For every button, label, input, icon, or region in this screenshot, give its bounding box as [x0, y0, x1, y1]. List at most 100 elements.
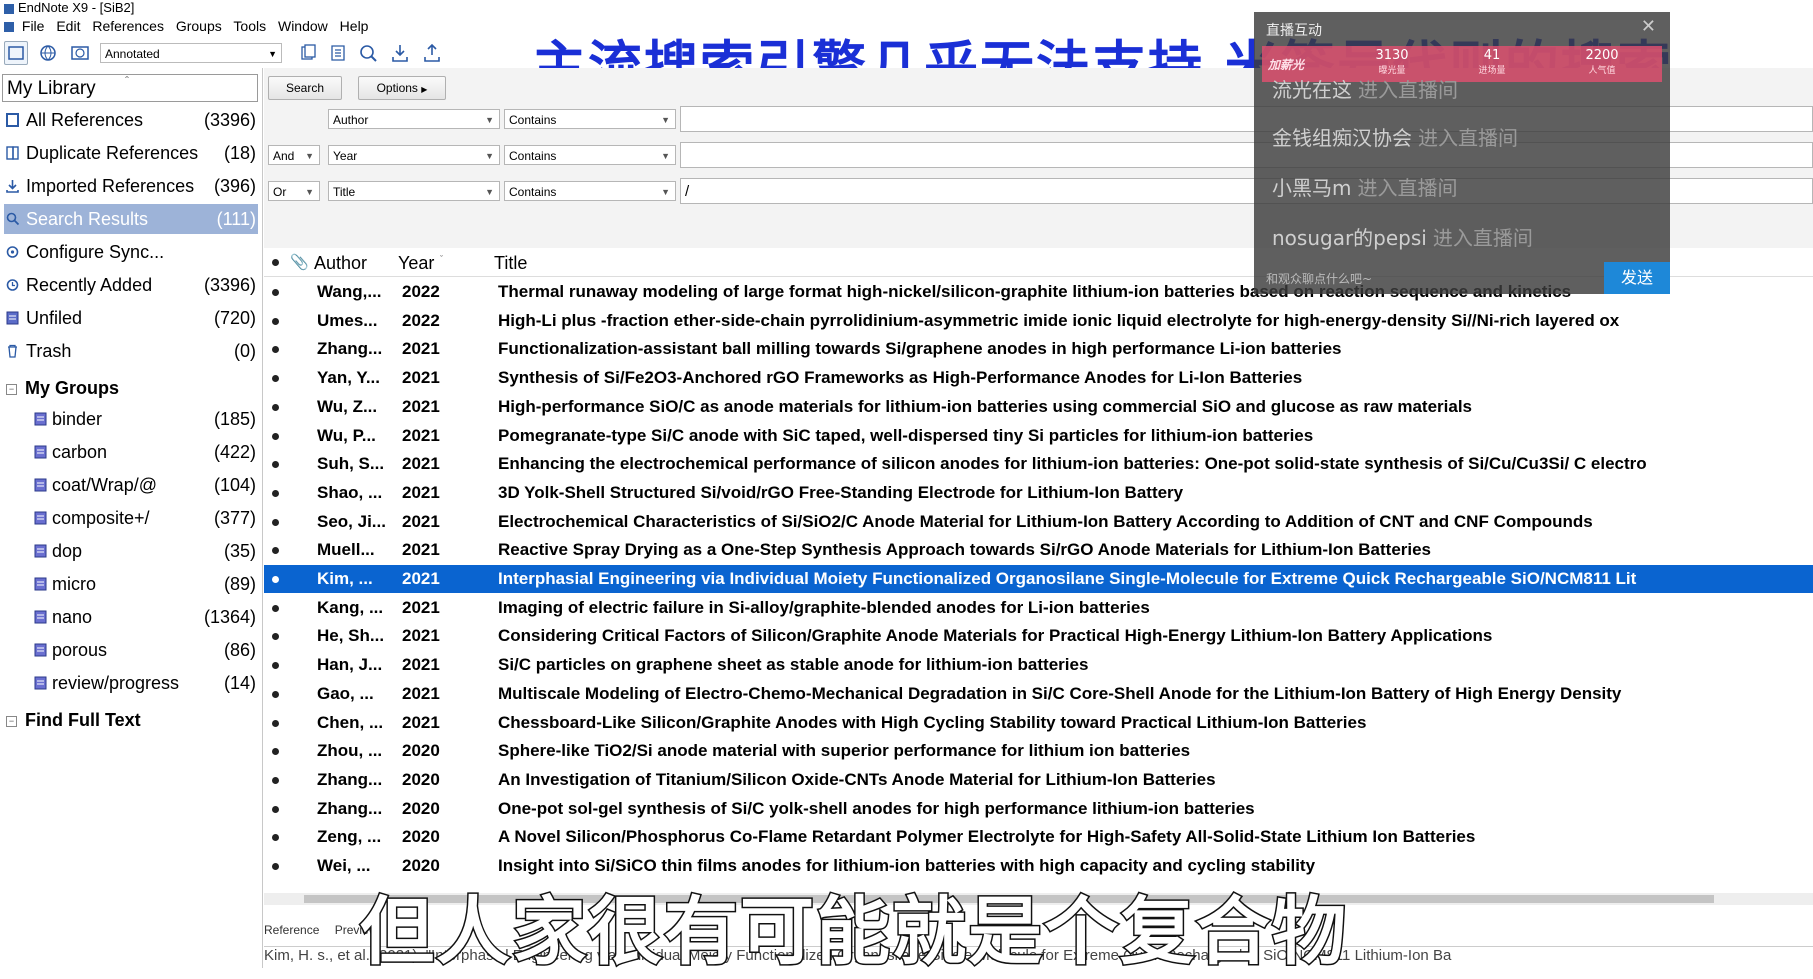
sidebar-group-composite[interactable]: composite+/ (377) [4, 503, 258, 533]
sidebar-item-trash[interactable]: Trash (0) [4, 336, 258, 366]
table-row[interactable]: Shao, ... 2021 3D Yolk-Shell Structured Si… [264, 479, 1813, 507]
sidebar-group-coat-wrap[interactable]: coat/Wrap/@ (104) [4, 470, 258, 500]
sidebar-item-imported-references[interactable]: Imported References (396) [4, 171, 258, 201]
online-search-icon[interactable] [356, 41, 380, 65]
endnote-menu-icon[interactable] [4, 22, 14, 33]
cell-title: Functionalization-assistant ball milling… [498, 339, 1342, 359]
search-bool-select[interactable]: And ▼ [268, 145, 320, 165]
operator-value: Contains [509, 185, 557, 199]
search-field-select[interactable]: Title ▼ [328, 181, 500, 201]
sidebar-item-all-references[interactable]: All References (3396) [4, 105, 258, 135]
sidebar-group-dop[interactable]: dop (35) [4, 536, 258, 566]
search-field-select[interactable]: Year ▼ [328, 145, 500, 165]
table-row[interactable]: Han, J... 2021 Si/C particles on graphene … [264, 651, 1813, 679]
chat-input[interactable]: 和观众聊点什么吧~ [1266, 270, 1372, 287]
new-reference-icon[interactable] [326, 41, 350, 65]
sidebar-group-porous[interactable]: porous (86) [4, 635, 258, 665]
options-button[interactable]: Options ▶ [358, 76, 446, 100]
search-bool-select[interactable]: Or ▼ [268, 181, 320, 201]
trash-icon [8, 344, 17, 358]
table-row[interactable]: Kang, ... 2021 Imaging of electric failure… [264, 594, 1813, 622]
table-row[interactable]: Zhang... 2021 Functionalization-assistant … [264, 335, 1813, 363]
integrated-library-mode-icon[interactable] [68, 41, 92, 65]
table-row[interactable]: Suh, S... 2021 Enhancing the electrochemic… [264, 450, 1813, 478]
output-style-select[interactable]: Annotated ▼ [100, 43, 282, 63]
column-year[interactable]: Year [398, 250, 434, 276]
group-icon [34, 577, 47, 591]
my-groups-label: My Groups [25, 378, 120, 398]
online-search-mode-icon[interactable] [36, 41, 60, 65]
groups-sidebar: My Library ˆ All References (3396) Dupli… [0, 68, 263, 968]
export-icon[interactable] [420, 41, 444, 65]
stat-label: 人气值 [1588, 66, 1616, 76]
cell-author: Suh, S... [317, 454, 385, 474]
menu-edit[interactable]: Edit [56, 18, 80, 34]
group-count: (89) [223, 574, 256, 594]
column-title[interactable]: Title [494, 250, 527, 276]
table-row[interactable]: Zhang... 2020 One-pot sol-gel synthesis of… [264, 795, 1813, 823]
menu-file[interactable]: File [22, 18, 45, 34]
field-value: Year [333, 149, 358, 163]
search-operator-select[interactable]: Contains ▼ [504, 181, 676, 201]
search-field-select[interactable]: Author ▼ [328, 109, 500, 129]
menu-help[interactable]: Help [340, 18, 369, 34]
table-row[interactable]: Zhou, ... 2020 Sphere-like TiO2/Si anode m… [264, 737, 1813, 765]
menu-references[interactable]: References [92, 18, 164, 34]
read-status-dot-icon [272, 576, 279, 583]
table-row[interactable]: Zeng, ... 2020 A Novel Silicon/Phosphorus … [264, 823, 1813, 851]
chevron-down-icon: ▼ [661, 151, 670, 161]
chat-user: 金钱组痴汉协会 [1272, 126, 1412, 150]
table-row[interactable]: Umes... 2022 High-Li plus -fraction ether-… [264, 307, 1813, 335]
sidebar-group-review-progress[interactable]: review/progress (14) [4, 668, 258, 698]
group-icon [34, 610, 47, 624]
attachment-column-icon[interactable]: 📎 [290, 250, 309, 276]
table-row[interactable]: Seo, Ji... 2021 Electrochemical Characteri… [264, 508, 1813, 536]
import-icon[interactable] [388, 41, 412, 65]
menu-groups[interactable]: Groups [176, 18, 222, 34]
search-operator-select[interactable]: Contains ▼ [504, 109, 676, 129]
collapse-toggle-icon[interactable]: − [6, 383, 17, 395]
sidebar-group-nano[interactable]: nano (1364) [4, 602, 258, 632]
read-status-dot-icon [272, 719, 279, 727]
read-status-dot-icon [272, 834, 279, 842]
sidebar-item-duplicate-references[interactable]: Duplicate References (18) [4, 138, 258, 168]
my-groups-header[interactable]: − My Groups [6, 373, 119, 403]
sidebar-group-carbon[interactable]: carbon (422) [4, 437, 258, 467]
local-library-mode-icon[interactable] [4, 41, 28, 65]
table-row[interactable]: Chen, ... 2021 Chessboard-Like Silicon/Gra… [264, 709, 1813, 737]
sidebar-item-unfiled[interactable]: Unfiled (720) [4, 303, 258, 333]
table-row[interactable]: Gao, ... 2021 Multiscale Modeling of Elect… [264, 680, 1813, 708]
close-icon[interactable]: ✕ [1641, 16, 1656, 37]
cell-title: An Investigation of Titanium/Silicon Oxi… [498, 769, 1216, 789]
chat-send-button[interactable]: 发送 [1604, 262, 1670, 294]
column-author[interactable]: Author [314, 250, 367, 276]
cell-author: Umes... [317, 310, 378, 330]
collapse-caret-icon[interactable]: ˆ [125, 67, 129, 95]
stat-entries: 41 进场量 [1452, 48, 1532, 76]
table-row[interactable]: Yan, Y... 2021 Synthesis of Si/Fe2O3-Ancho… [264, 364, 1813, 392]
table-row[interactable]: Muell... 2021 Reactive Spray Drying as a O… [264, 536, 1813, 564]
table-row[interactable]: Zhang... 2020 An Investigation of Titanium… [264, 766, 1813, 794]
sidebar-group-micro[interactable]: micro (89) [4, 569, 258, 599]
sidebar-item-search-results[interactable]: Search Results (111) [4, 204, 258, 234]
copy-formatted-icon[interactable] [296, 41, 320, 65]
menu-tools[interactable]: Tools [233, 18, 266, 34]
read-status-column-icon[interactable] [272, 259, 279, 266]
table-row[interactable]: He, Sh... 2021 Considering Critical Factor… [264, 622, 1813, 650]
sidebar-item-label: All References [26, 110, 144, 130]
sidebar-group-binder[interactable]: binder (185) [4, 404, 258, 434]
menu-window[interactable]: Window [278, 18, 328, 34]
table-row[interactable]: Kim, ... 2021 Interphasial Engineering via… [264, 565, 1813, 593]
cell-year: 2021 [402, 540, 440, 560]
cell-title: Reactive Spray Drying as a One-Step Synt… [498, 540, 1432, 560]
search-button[interactable]: Search [268, 76, 342, 100]
table-row[interactable]: Wu, P... 2021 Pomegranate-type Si/C anode … [264, 422, 1813, 450]
search-operator-select[interactable]: Contains ▼ [504, 145, 676, 165]
find-full-text-header[interactable]: − Find Full Text [6, 705, 141, 735]
sidebar-item-recently-added[interactable]: Recently Added (3396) [4, 270, 258, 300]
collapse-toggle-icon[interactable]: − [6, 715, 17, 727]
table-row[interactable]: Wu, Z... 2021 High-performance SiO/C as an… [264, 393, 1813, 421]
sidebar-item-configure-sync[interactable]: Configure Sync... [4, 237, 258, 267]
tab-reference[interactable]: Reference [264, 923, 319, 937]
cell-year: 2020 [402, 769, 440, 789]
